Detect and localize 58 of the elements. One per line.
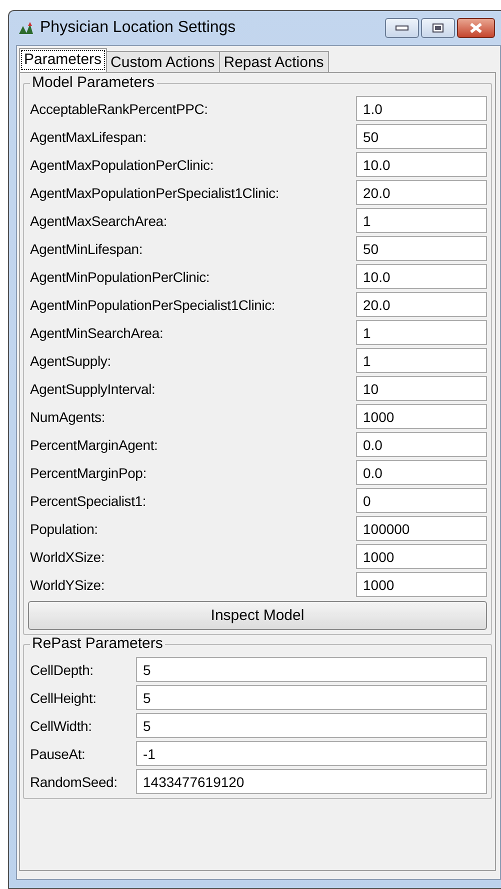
parameter-label: AgentSupplyInterval: [29,380,156,396]
parameter-label: PercentMarginPop: [29,464,148,480]
value-field[interactable]: 50 [356,236,487,261]
value-field[interactable]: 0.0 [356,432,487,457]
app-icon [18,21,34,35]
parameter-label: CellDepth: [29,662,94,678]
value-field[interactable]: 1.0 [356,96,487,121]
value-field[interactable]: 1000 [356,572,487,597]
value-field[interactable]: 10.0 [356,264,487,289]
value-field[interactable]: 1 [356,348,487,373]
parameter-label: PauseAt: [29,746,86,762]
value-field[interactable]: 10.0 [356,152,487,177]
value-field[interactable]: 1000 [356,544,487,569]
parameter-label: AgentSupply: [29,352,112,368]
parameter-label: WorldYSize: [29,576,106,592]
tab[interactable]: Parameters [19,48,107,72]
maximize-button[interactable] [421,18,455,38]
minimize-icon [395,25,409,31]
parameter-label: AgentMaxPopulationPerClinic: [29,156,215,172]
maximize-icon [432,23,444,33]
inspect-model-button[interactable]: Inspect Model [28,601,487,630]
value-field[interactable]: -1 [136,741,487,766]
parameter-label: AgentMaxLifespan: [29,128,148,144]
parameter-label: RandomSeed: [29,774,118,790]
parameter-label: PercentMarginAgent: [29,436,159,452]
tab[interactable]: Custom Actions [106,51,220,72]
parameter-label: AgentMinLifespan: [29,240,144,256]
parameter-label: AgentMaxSearchArea: [29,212,168,228]
close-icon [469,22,483,34]
value-field[interactable]: 20.0 [356,292,487,317]
minimize-button[interactable] [385,18,419,38]
parameter-label: CellHeight: [29,690,98,706]
parameter-label: WorldXSize: [29,548,106,564]
parameter-label: AgentMinPopulationPerClinic: [29,268,211,284]
parameter-label: NumAgents: [29,408,106,424]
value-field[interactable]: 1000 [356,404,487,429]
parameter-label: Population: [29,520,99,536]
value-field[interactable]: 0 [356,488,487,513]
value-field[interactable]: 10 [356,376,487,401]
parameter-label: PercentSpecialist1: [29,492,148,508]
window-title: Physician Location Settings [40,19,237,37]
value-field[interactable]: 100000 [356,516,487,541]
value-field[interactable]: 1433477619120 [136,769,487,794]
value-field[interactable]: 5 [136,685,487,710]
value-field[interactable]: 5 [136,713,487,738]
close-button[interactable] [457,18,495,38]
parameter-label: AcceptableRankPercentPPC: [29,100,209,116]
value-field[interactable]: 20.0 [356,180,487,205]
parameter-label: AgentMaxPopulationPerSpecialist1Clinic: [29,184,280,200]
value-field[interactable]: 0.0 [356,460,487,485]
parameter-label: CellWidth: [29,718,93,734]
value-field[interactable]: 5 [136,657,487,682]
value-field[interactable]: 1 [356,320,487,345]
tab[interactable]: Repast Actions [218,51,329,72]
value-field[interactable]: 1 [356,208,487,233]
parameter-label: AgentMinSearchArea: [29,324,164,340]
value-field[interactable]: 50 [356,124,487,149]
parameter-label: AgentMinPopulationPerSpecialist1Clinic: [29,296,276,312]
